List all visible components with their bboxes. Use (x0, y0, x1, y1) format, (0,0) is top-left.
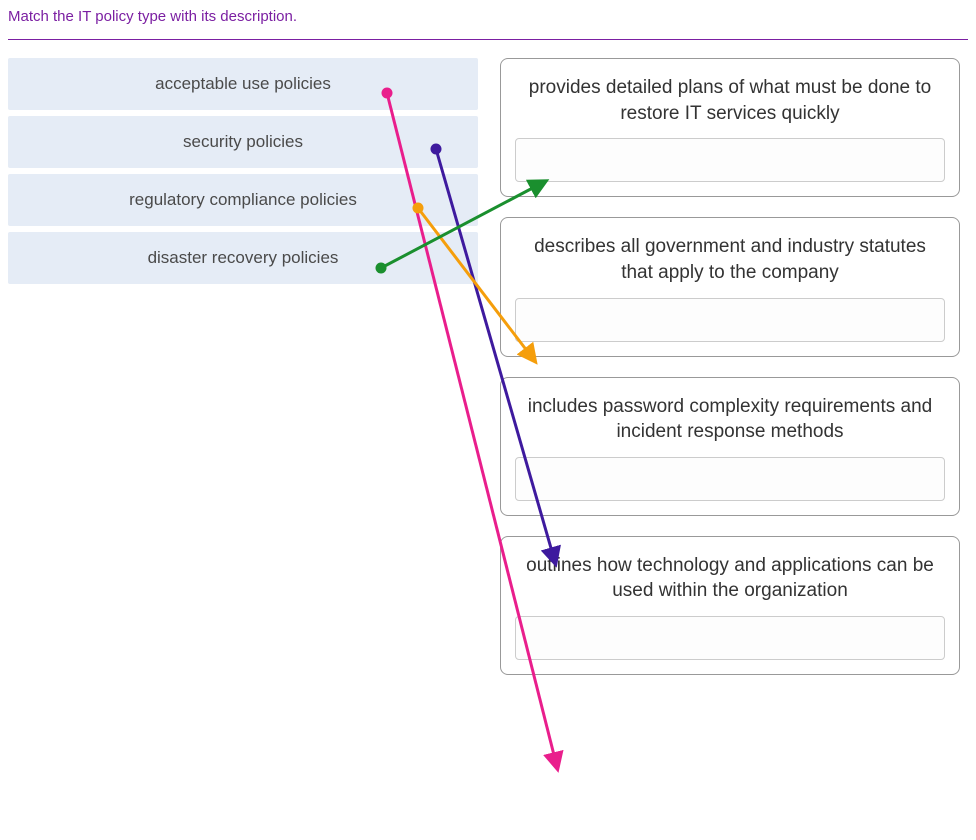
source-item[interactable]: acceptable use policies (8, 58, 478, 110)
drop-slot[interactable] (515, 457, 945, 501)
source-item[interactable]: regulatory compliance policies (8, 174, 478, 226)
section-divider (8, 39, 968, 40)
target-description: describes all government and industry st… (515, 232, 945, 297)
target-box: provides detailed plans of what must be … (500, 58, 960, 197)
source-column: acceptable use policies security policie… (8, 58, 478, 290)
drop-slot[interactable] (515, 138, 945, 182)
target-column: provides detailed plans of what must be … (500, 58, 960, 695)
drop-slot[interactable] (515, 616, 945, 660)
source-item[interactable]: security policies (8, 116, 478, 168)
source-item[interactable]: disaster recovery policies (8, 232, 478, 284)
question-instruction: Match the IT policy type with its descri… (0, 0, 976, 39)
target-description: includes password complexity requirement… (515, 392, 945, 457)
target-box: outlines how technology and applications… (500, 536, 960, 675)
target-description: outlines how technology and applications… (515, 551, 945, 616)
drop-slot[interactable] (515, 298, 945, 342)
target-box: describes all government and industry st… (500, 217, 960, 356)
target-box: includes password complexity requirement… (500, 377, 960, 516)
target-description: provides detailed plans of what must be … (515, 73, 945, 138)
